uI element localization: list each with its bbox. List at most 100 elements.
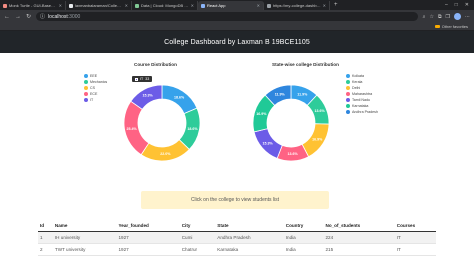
tab-favicon-icon [69, 3, 73, 8]
tab-favicon-icon [135, 3, 139, 8]
table-cell: Chatrur [179, 243, 216, 256]
legend-swatch [84, 98, 88, 102]
column-header: City [179, 220, 216, 232]
tab-favicon-icon [267, 3, 271, 8]
legend-label: CS [90, 86, 95, 90]
slice-value-label: 18.6% [174, 95, 185, 99]
legend-swatch [84, 74, 88, 78]
table-cell: Karnataka [215, 243, 284, 256]
menu-icon[interactable]: ⋯ [465, 14, 470, 20]
tab-title: Data | Cloud: MongoDB Cloud [141, 3, 189, 8]
slice-value-label: 22.0% [160, 152, 171, 156]
star-icon[interactable]: ☆ [429, 14, 433, 20]
legend-swatch [84, 92, 88, 96]
table-cell: India [283, 243, 324, 256]
legend-swatch [346, 86, 350, 90]
browser-tab[interactable]: Monk Turtle - GUI-Based Rand✕ [0, 1, 66, 10]
tab-title: React App [207, 3, 226, 8]
table-cell: Cumi [179, 231, 216, 244]
slice-value-label: 11.9% [275, 92, 286, 96]
forward-icon[interactable]: → [15, 14, 21, 20]
table-cell: 224 [323, 231, 395, 244]
legend-label: Kerala [352, 80, 363, 84]
table-row[interactable]: 1 IH university 1927 Cumi Andhra Pradesh Indi… [38, 231, 436, 244]
new-tab-button[interactable]: + [330, 1, 342, 10]
window-controls: – □ ✕ [445, 1, 474, 10]
browser-tab[interactable]: laxmanbalaraman/College-Dash✕ [66, 1, 132, 10]
legend-label: EEE [90, 74, 98, 78]
address-bar[interactable]: ⓘ localhost:3000 [36, 12, 418, 21]
slice-value-label: 18.6% [187, 127, 198, 131]
column-header: Year_founded [116, 220, 180, 232]
view-students-hint: Click on the college to view students li… [141, 191, 329, 209]
legend-swatch [346, 98, 350, 102]
legend-label: Delhi [352, 86, 361, 90]
slice-value-label: 11.9% [297, 92, 308, 96]
minimize-icon[interactable]: – [445, 1, 448, 10]
state-legend: Kolkata Kerala Delhi Maharashtra Tamil Nadu K… [346, 73, 378, 115]
legend-label: Mechanics [90, 80, 108, 84]
legend-swatch [346, 80, 350, 84]
bookmarks-bar: Other favorites [0, 23, 474, 31]
course-chart-title: Course Distribution [134, 62, 177, 67]
profile-avatar[interactable] [454, 13, 461, 20]
browser-tab[interactable]: https://my-college-dashboard ✕ [264, 1, 330, 10]
slice-value-label: 13.6% [288, 152, 299, 156]
reload-icon[interactable]: ↻ [26, 13, 31, 20]
slice-value-label: 15.3% [263, 142, 274, 146]
tab-close-icon[interactable]: ✕ [59, 3, 62, 8]
table-cell: India [283, 231, 324, 244]
tooltip-value: 33 [145, 77, 150, 81]
tab-close-icon[interactable]: ✕ [257, 3, 260, 8]
url-port: :3000 [67, 13, 81, 20]
table-row[interactable]: 2 TWT university 1927 Chatrur Karnataka India… [38, 243, 436, 256]
column-header: Courses [394, 220, 436, 232]
tab-close-icon[interactable]: ✕ [191, 3, 194, 8]
course-donut-chart[interactable]: 18.6% 18.6% 22.0% 25.4% 15.3% [112, 73, 212, 173]
table-cell: 1927 [116, 243, 180, 256]
slice-value-label: 15.3% [143, 94, 154, 98]
column-header: State [215, 220, 284, 232]
legend-item[interactable]: IT [84, 97, 107, 103]
legend-label: Maharashtra [352, 92, 373, 96]
table-cell: TWT university [52, 243, 117, 256]
course-legend: EEE Mechanics CS ECE IT [84, 73, 107, 103]
back-icon[interactable]: ← [4, 14, 10, 20]
state-donut-chart[interactable]: 11.9% 13.6% 16.9% 13.6% 15.3% 16.9% 11.9% [241, 73, 341, 173]
tab-favicon-icon [201, 3, 205, 8]
page-title: College Dashboard by Laxman B 19BCE1105 [164, 38, 310, 46]
tab-strip: Monk Turtle - GUI-Based Rand✕laxmanbalar… [0, 0, 474, 10]
table-cell: IT [394, 243, 436, 256]
close-window-icon[interactable]: ✕ [465, 1, 469, 10]
state-chart-title: State-wise college Distribution [272, 62, 339, 67]
url-host: localhost [48, 13, 68, 20]
legend-swatch [84, 80, 88, 84]
other-favorites-link[interactable]: Other favorites [442, 24, 468, 29]
legend-label: Kolkata [352, 74, 364, 78]
slice-value-label: 16.9% [256, 112, 267, 116]
tab-favicon-icon [3, 3, 7, 8]
extensions-icon[interactable]: ⧉ [438, 14, 442, 20]
tab-close-icon[interactable]: ✕ [125, 3, 128, 8]
tab-close-icon[interactable]: ✕ [323, 3, 326, 8]
legend-swatch [84, 86, 88, 90]
slice-value-label: 16.9% [312, 138, 323, 142]
tab-title: https://my-college-dashboard [273, 3, 321, 8]
tooltip-label: IT [140, 77, 144, 81]
column-header: Country [283, 220, 324, 232]
table-cell: 1 [38, 231, 53, 244]
collections-icon[interactable]: ❐ [446, 14, 450, 20]
column-header: Id [38, 220, 53, 232]
legend-label: Karnataka [352, 104, 369, 108]
maximize-icon[interactable]: □ [455, 1, 458, 10]
browser-tab[interactable]: Data | Cloud: MongoDB Cloud✕ [132, 1, 198, 10]
legend-item[interactable]: Andhra Pradesh [346, 109, 378, 115]
tab-title: Monk Turtle - GUI-Based Rand [9, 3, 57, 8]
zoom-icon[interactable]: ⌕ [423, 14, 426, 20]
legend-swatch [346, 92, 350, 96]
table-cell: Andhra Pradesh [215, 231, 284, 244]
tooltip-swatch [135, 77, 138, 81]
browser-tab[interactable]: React App ✕ [198, 1, 264, 10]
table-cell: IT [394, 231, 436, 244]
legend-label: Andhra Pradesh [352, 110, 378, 114]
